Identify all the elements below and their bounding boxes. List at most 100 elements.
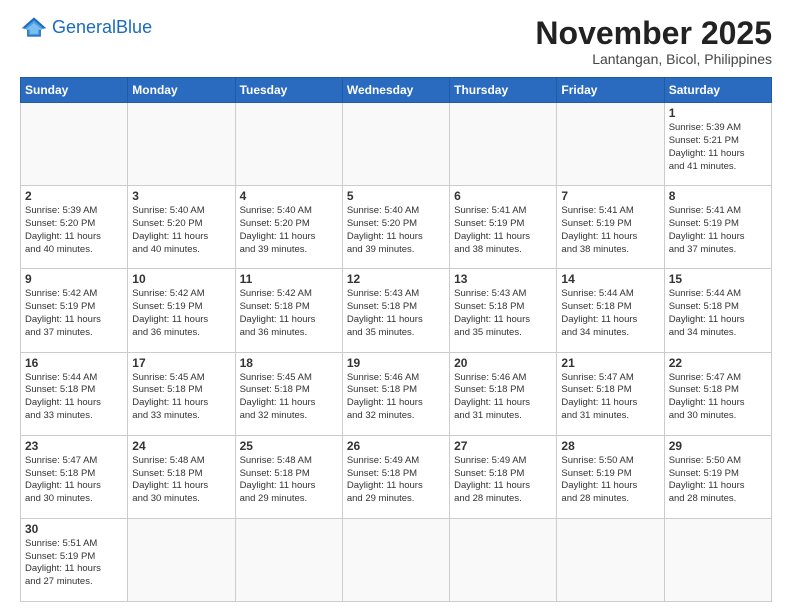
table-row: 13 Sunrise: 5:43 AMSunset: 5:18 PMDayligh… [450, 269, 557, 352]
table-row [557, 103, 664, 186]
table-row: 9Sunrise: 5:42 AMSunset: 5:19 PMDaylight… [21, 269, 128, 352]
day-number: 28 [561, 439, 659, 453]
day-number: 15 [669, 272, 767, 286]
cell-content: Sunrise: 5:47 AMSunset: 5:18 PMDaylight:… [561, 372, 659, 423]
day-number: 30 [25, 522, 123, 536]
cell-content: Sunrise: 5:45 AMSunset: 5:18 PMDaylight:… [132, 372, 230, 423]
col-tuesday: Tuesday [235, 78, 342, 103]
table-row: 4Sunrise: 5:40 AMSunset: 5:20 PMDaylight… [235, 186, 342, 269]
header: GeneralBlue November 2025 Lantangan, Bic… [20, 16, 772, 67]
cell-content: Sunrise: 5:42 AMSunset: 5:19 PMDaylight:… [25, 288, 123, 339]
calendar-week-row: 30 Sunrise: 5:51 AMSunset: 5:19 PMDayligh… [21, 518, 772, 601]
table-row: 20 Sunrise: 5:46 AMSunset: 5:18 PMDayligh… [450, 352, 557, 435]
day-number: 7 [561, 189, 659, 203]
calendar-week-row: 1Sunrise: 5:39 AMSunset: 5:21 PMDaylight… [21, 103, 772, 186]
cell-content: Sunrise: 5:47 AMSunset: 5:18 PMDaylight:… [25, 455, 123, 506]
day-number: 23 [25, 439, 123, 453]
cell-content: Sunrise: 5:40 AMSunset: 5:20 PMDaylight:… [347, 205, 445, 256]
page: GeneralBlue November 2025 Lantangan, Bic… [0, 0, 792, 612]
cell-content: Sunrise: 5:41 AMSunset: 5:19 PMDaylight:… [454, 205, 552, 256]
day-number: 4 [240, 189, 338, 203]
day-number: 29 [669, 439, 767, 453]
table-row: 24Sunrise: 5:48 AMSunset: 5:18 PMDayligh… [128, 435, 235, 518]
logo-text: GeneralBlue [52, 18, 152, 36]
day-number: 6 [454, 189, 552, 203]
page-title: November 2025 [535, 16, 772, 51]
table-row: 10 Sunrise: 5:42 AMSunset: 5:19 PMDayligh… [128, 269, 235, 352]
table-row [235, 518, 342, 601]
table-row: 14Sunrise: 5:44 AMSunset: 5:18 PMDayligh… [557, 269, 664, 352]
cell-content: Sunrise: 5:48 AMSunset: 5:18 PMDaylight:… [240, 455, 338, 506]
day-number: 11 [240, 272, 338, 286]
cell-content: Sunrise: 5:39 AMSunset: 5:21 PMDaylight:… [669, 122, 767, 173]
cell-content: Sunrise: 5:46 AMSunset: 5:18 PMDaylight:… [454, 372, 552, 423]
table-row: 17Sunrise: 5:45 AMSunset: 5:18 PMDayligh… [128, 352, 235, 435]
table-row: 7 Sunrise: 5:41 AMSunset: 5:19 PMDaylight… [557, 186, 664, 269]
cell-content: Sunrise: 5:45 AMSunset: 5:18 PMDaylight:… [240, 372, 338, 423]
calendar-body: 1Sunrise: 5:39 AMSunset: 5:21 PMDaylight… [21, 103, 772, 602]
table-row: 5 Sunrise: 5:40 AMSunset: 5:20 PMDaylight… [342, 186, 449, 269]
cell-content: Sunrise: 5:42 AMSunset: 5:19 PMDaylight:… [132, 288, 230, 339]
day-number: 13 [454, 272, 552, 286]
calendar-week-row: 9Sunrise: 5:42 AMSunset: 5:19 PMDaylight… [21, 269, 772, 352]
table-row [342, 518, 449, 601]
calendar-week-row: 16 Sunrise: 5:44 AMSunset: 5:18 PMDayligh… [21, 352, 772, 435]
day-number: 20 [454, 356, 552, 370]
cell-content: Sunrise: 5:48 AMSunset: 5:18 PMDaylight:… [132, 455, 230, 506]
cell-content: Sunrise: 5:51 AMSunset: 5:19 PMDaylight:… [25, 538, 123, 589]
table-row [235, 103, 342, 186]
logo-general: General [52, 17, 116, 37]
day-number: 19 [347, 356, 445, 370]
day-number: 12 [347, 272, 445, 286]
table-row: 26 Sunrise: 5:49 AMSunset: 5:18 PMDayligh… [342, 435, 449, 518]
col-monday: Monday [128, 78, 235, 103]
logo-blue: Blue [116, 17, 152, 37]
cell-content: Sunrise: 5:50 AMSunset: 5:19 PMDaylight:… [669, 455, 767, 506]
cell-content: Sunrise: 5:49 AMSunset: 5:18 PMDaylight:… [347, 455, 445, 506]
table-row: 11 Sunrise: 5:42 AMSunset: 5:18 PMDayligh… [235, 269, 342, 352]
day-number: 10 [132, 272, 230, 286]
table-row [342, 103, 449, 186]
table-row: 2Sunrise: 5:39 AMSunset: 5:20 PMDaylight… [21, 186, 128, 269]
table-row: 21 Sunrise: 5:47 AMSunset: 5:18 PMDayligh… [557, 352, 664, 435]
cell-content: Sunrise: 5:46 AMSunset: 5:18 PMDaylight:… [347, 372, 445, 423]
cell-content: Sunrise: 5:49 AMSunset: 5:18 PMDaylight:… [454, 455, 552, 506]
day-number: 26 [347, 439, 445, 453]
table-row: 1Sunrise: 5:39 AMSunset: 5:21 PMDaylight… [664, 103, 771, 186]
cell-content: Sunrise: 5:42 AMSunset: 5:18 PMDaylight:… [240, 288, 338, 339]
cell-content: Sunrise: 5:43 AMSunset: 5:18 PMDaylight:… [454, 288, 552, 339]
cell-content: Sunrise: 5:41 AMSunset: 5:19 PMDaylight:… [669, 205, 767, 256]
title-block: November 2025 Lantangan, Bicol, Philippi… [535, 16, 772, 67]
col-saturday: Saturday [664, 78, 771, 103]
col-friday: Friday [557, 78, 664, 103]
table-row: 16 Sunrise: 5:44 AMSunset: 5:18 PMDayligh… [21, 352, 128, 435]
day-number: 22 [669, 356, 767, 370]
table-row: 23 Sunrise: 5:47 AMSunset: 5:18 PMDayligh… [21, 435, 128, 518]
col-sunday: Sunday [21, 78, 128, 103]
cell-content: Sunrise: 5:47 AMSunset: 5:18 PMDaylight:… [669, 372, 767, 423]
table-row: 18 Sunrise: 5:45 AMSunset: 5:18 PMDayligh… [235, 352, 342, 435]
day-number: 2 [25, 189, 123, 203]
cell-content: Sunrise: 5:50 AMSunset: 5:19 PMDaylight:… [561, 455, 659, 506]
col-wednesday: Wednesday [342, 78, 449, 103]
cell-content: Sunrise: 5:41 AMSunset: 5:19 PMDaylight:… [561, 205, 659, 256]
table-row: 8Sunrise: 5:41 AMSunset: 5:19 PMDaylight… [664, 186, 771, 269]
day-number: 16 [25, 356, 123, 370]
table-row: 22 Sunrise: 5:47 AMSunset: 5:18 PMDayligh… [664, 352, 771, 435]
table-row [21, 103, 128, 186]
cell-content: Sunrise: 5:44 AMSunset: 5:18 PMDaylight:… [669, 288, 767, 339]
cell-content: Sunrise: 5:44 AMSunset: 5:18 PMDaylight:… [561, 288, 659, 339]
day-number: 5 [347, 189, 445, 203]
table-row: 29 Sunrise: 5:50 AMSunset: 5:19 PMDayligh… [664, 435, 771, 518]
cell-content: Sunrise: 5:43 AMSunset: 5:18 PMDaylight:… [347, 288, 445, 339]
day-number: 3 [132, 189, 230, 203]
table-row [450, 518, 557, 601]
table-row: 27Sunrise: 5:49 AMSunset: 5:18 PMDayligh… [450, 435, 557, 518]
page-subtitle: Lantangan, Bicol, Philippines [535, 51, 772, 67]
day-number: 21 [561, 356, 659, 370]
calendar-table: Sunday Monday Tuesday Wednesday Thursday… [20, 77, 772, 602]
cell-content: Sunrise: 5:40 AMSunset: 5:20 PMDaylight:… [132, 205, 230, 256]
cell-content: Sunrise: 5:44 AMSunset: 5:18 PMDaylight:… [25, 372, 123, 423]
calendar-week-row: 23 Sunrise: 5:47 AMSunset: 5:18 PMDayligh… [21, 435, 772, 518]
day-number: 18 [240, 356, 338, 370]
